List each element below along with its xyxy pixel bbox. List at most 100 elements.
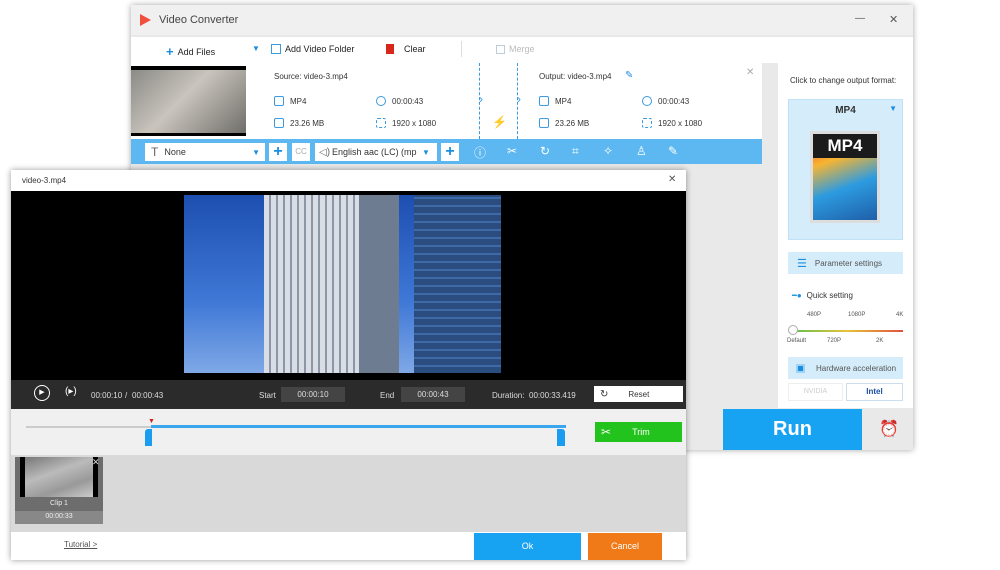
output-resolution-value: 1920 x 1080 bbox=[658, 118, 703, 128]
crop-icon[interactable]: ⌗ bbox=[572, 144, 579, 159]
output-format: MP4 bbox=[539, 96, 571, 106]
building bbox=[264, 195, 359, 373]
file-format-icon bbox=[539, 96, 549, 106]
trim-button[interactable]: ✂ Trim bbox=[595, 422, 682, 442]
intel-option[interactable]: Intel bbox=[846, 383, 903, 401]
rotate-icon[interactable]: ↻ bbox=[540, 144, 550, 158]
quality-slider-handle[interactable] bbox=[788, 325, 798, 335]
refresh-icon: ↻ bbox=[600, 388, 609, 400]
lightning-icon[interactable]: ⚡ bbox=[492, 115, 507, 129]
clip-item[interactable]: ✕ Clip 1 00:00:33 bbox=[15, 457, 103, 524]
source-duration-value: 00:00:43 bbox=[392, 96, 424, 106]
audio-select[interactable]: ◁) English aac (LC) (mp ▼ bbox=[315, 143, 437, 161]
edit-strip: T None ▼ + CC ◁) English aac (LC) (mp ▼ + ⓘ … bbox=[131, 139, 762, 164]
folder-icon bbox=[539, 118, 549, 128]
folder-icon bbox=[271, 44, 281, 54]
dialog-title: video-3.mp4 bbox=[22, 176, 67, 185]
trim-start-handle[interactable] bbox=[145, 429, 152, 446]
clock-icon bbox=[642, 96, 652, 106]
source-filename: Source: video-3.mp4 bbox=[274, 72, 348, 81]
time-separator: / bbox=[125, 391, 128, 400]
right-panel: Click to change output format: MP4 ▼ MP4… bbox=[778, 63, 913, 408]
output-duration-value: 00:00:43 bbox=[658, 96, 690, 106]
add-dropdown-icon[interactable]: ▼ bbox=[252, 44, 260, 53]
mp4-icon-label: MP4 bbox=[813, 134, 877, 158]
reset-button[interactable]: ↻ Reset bbox=[594, 386, 683, 402]
timeline-track[interactable] bbox=[26, 426, 151, 428]
app-title: Video Converter bbox=[159, 14, 239, 26]
quality-tick-label: 1080P bbox=[848, 312, 866, 318]
end-label: End bbox=[380, 391, 395, 400]
add-subtitle-button[interactable]: + bbox=[269, 143, 287, 161]
add-folder-button[interactable]: Add Video Folder bbox=[271, 44, 354, 54]
hardware-acceleration-toggle[interactable]: Hardware acceleration bbox=[788, 357, 903, 379]
play-icon[interactable]: ▶ bbox=[34, 385, 50, 401]
add-audio-button[interactable]: + bbox=[441, 143, 459, 161]
quality-slider-track[interactable] bbox=[792, 330, 903, 332]
current-time: 00:00:10 bbox=[91, 391, 123, 400]
alarm-clock-icon[interactable]: ⏰ bbox=[879, 419, 899, 439]
parameter-settings-button[interactable]: ☰ Parameter settings bbox=[788, 252, 903, 274]
watermark-icon[interactable]: ♙ bbox=[636, 144, 647, 158]
video-thumbnail[interactable] bbox=[131, 66, 246, 136]
quick-setting-label: ━● Quick setting bbox=[792, 291, 853, 300]
duration-value: 00:00:33.419 bbox=[529, 391, 576, 400]
subtitle-value: None bbox=[164, 147, 186, 157]
start-label: Start bbox=[259, 391, 276, 400]
merge-button[interactable]: Merge bbox=[496, 44, 535, 54]
source-format-value: MP4 bbox=[290, 96, 307, 106]
quality-tick-label: Default bbox=[787, 338, 807, 344]
total-time: 00:00:43 bbox=[132, 391, 164, 400]
sliders-icon: ☰ bbox=[797, 257, 807, 270]
folder-icon bbox=[274, 118, 284, 128]
toolbar: + Add Files ▼ Add Video Folder Clear Merg… bbox=[131, 37, 913, 63]
nvidia-option[interactable]: NVIDIA bbox=[788, 383, 843, 401]
trim-label: Trim bbox=[632, 427, 650, 437]
video-preview bbox=[11, 191, 686, 380]
remove-file-icon[interactable]: ✕ bbox=[746, 67, 754, 78]
dialog-close-button[interactable]: ✕ bbox=[668, 174, 676, 185]
scissors-icon: ✂ bbox=[601, 425, 612, 439]
end-time-input[interactable]: 00:00:43 bbox=[401, 387, 465, 402]
close-button[interactable]: ✕ bbox=[889, 13, 898, 26]
cc-button[interactable]: CC bbox=[292, 143, 310, 161]
clock-icon bbox=[376, 96, 386, 106]
mp4-format-icon: MP4 bbox=[810, 131, 880, 223]
ok-button[interactable]: Ok bbox=[474, 533, 581, 560]
clip-remove-icon[interactable]: ✕ bbox=[92, 457, 100, 468]
edit-icon[interactable]: ✎ bbox=[668, 144, 678, 158]
add-folder-label: Add Video Folder bbox=[285, 44, 355, 54]
run-button[interactable]: Run bbox=[723, 409, 862, 450]
output-filename: Output: video-3.mp4 bbox=[539, 72, 612, 81]
playhead-marker[interactable]: ▼ bbox=[148, 418, 155, 425]
file-item: Source: video-3.mp4 MP4 00:00:43 23.26 M… bbox=[131, 63, 762, 139]
output-resolution: 1920 x 1080 bbox=[642, 118, 702, 128]
minimize-button[interactable]: — bbox=[855, 13, 865, 24]
effects-icon[interactable]: ✧ bbox=[603, 144, 613, 158]
trim-dialog: video-3.mp4 ✕ ▶ (▸) 00:00:10 / 00:00:43 … bbox=[11, 170, 686, 560]
hardware-acceleration-label: Hardware acceleration bbox=[816, 363, 897, 373]
add-files-button[interactable]: + Add Files bbox=[166, 44, 215, 59]
source-resolution: 1920 x 1080 bbox=[376, 118, 436, 128]
format-selector[interactable]: MP4 ▼ MP4 bbox=[788, 99, 903, 240]
format-name: MP4 bbox=[835, 105, 856, 116]
cancel-button[interactable]: Cancel bbox=[588, 533, 662, 560]
format-prompt: Click to change output format: bbox=[790, 76, 897, 85]
start-time-input[interactable]: 00:00:10 bbox=[281, 387, 345, 402]
building bbox=[414, 195, 501, 373]
scissors-icon[interactable]: ✂ bbox=[507, 144, 517, 158]
info-icon[interactable]: ⓘ bbox=[474, 144, 486, 161]
quick-setting-text: Quick setting bbox=[806, 291, 853, 300]
next-frame-icon[interactable]: (▸) bbox=[65, 386, 77, 397]
resolution-icon bbox=[376, 118, 386, 128]
slider-icon: ━● bbox=[792, 291, 802, 300]
quality-tick-label: 480P bbox=[807, 312, 822, 318]
tutorial-link[interactable]: Tutorial > bbox=[64, 540, 97, 549]
convert-arrow-icon: › bbox=[517, 92, 521, 106]
speaker-icon: ◁) bbox=[319, 146, 331, 158]
edit-name-icon[interactable]: ✎ bbox=[625, 70, 633, 81]
trim-end-handle[interactable] bbox=[557, 429, 565, 446]
player-controls: ▶ (▸) 00:00:10 / 00:00:43 Start 00:00:10… bbox=[11, 380, 686, 409]
clear-button[interactable]: Clear bbox=[386, 44, 426, 54]
subtitle-select[interactable]: T None ▼ bbox=[145, 143, 265, 161]
